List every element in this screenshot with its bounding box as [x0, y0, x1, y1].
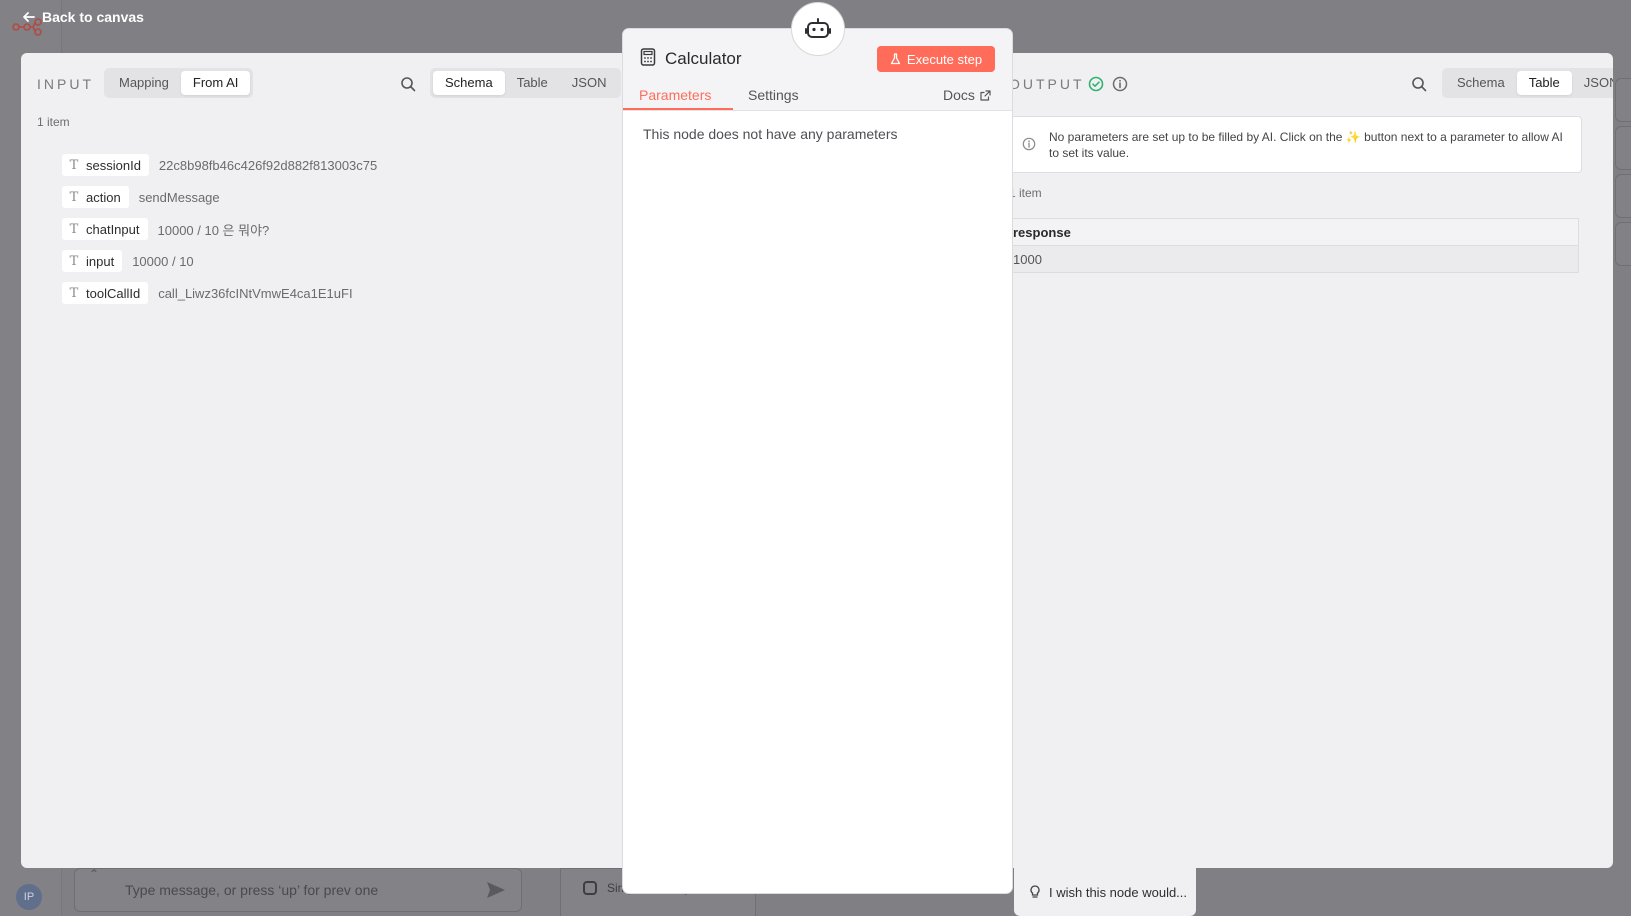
check-circle-icon: [1088, 76, 1104, 92]
view-schema[interactable]: Schema: [1445, 71, 1517, 95]
field-key: action: [86, 189, 121, 205]
back-label: Back to canvas: [42, 9, 144, 25]
docs-link[interactable]: Docs: [943, 87, 991, 103]
output-title: OUTPUT: [1009, 76, 1085, 92]
lightbulb-icon: [1030, 885, 1040, 898]
input-item-count: 1 item: [37, 115, 70, 129]
field-key: input: [86, 253, 115, 269]
external-link-icon: [980, 89, 991, 101]
schema-list: T sessionId 22c8b98fb46c426f92d882f81300…: [62, 149, 377, 309]
output-item-count: 1 item: [1009, 186, 1042, 200]
info-icon[interactable]: [1112, 76, 1128, 92]
field-key: chatInput: [86, 221, 140, 237]
canvas-edge-control: [1615, 78, 1631, 122]
arrow-left-icon: [23, 12, 35, 22]
output-table: response 1000: [1006, 218, 1579, 273]
tab-settings[interactable]: Settings: [748, 87, 799, 103]
table-cell[interactable]: 1000: [1006, 245, 1579, 273]
empty-parameters-message: This node does not have any parameters: [643, 126, 898, 142]
input-mode-switch: Mapping From AI: [104, 68, 254, 98]
execute-step-label: Execute step: [906, 51, 983, 67]
ai-notice: No parameters are set up to be filled by…: [1010, 116, 1582, 173]
mode-mapping[interactable]: Mapping: [107, 71, 181, 95]
input-panel: INPUT Mapping From AI Schema Table JSON …: [21, 53, 623, 868]
back-to-canvas-link[interactable]: Back to canvas: [22, 9, 144, 25]
field-value: sendMessage: [138, 189, 220, 205]
output-panel: OUTPUT Schema Table JSON No parameters a…: [1001, 53, 1613, 868]
text-type-icon: T: [69, 157, 79, 173]
view-table[interactable]: Table: [1516, 71, 1572, 95]
text-type-icon: T: [69, 221, 79, 237]
docs-label: Docs: [943, 87, 975, 103]
canvas-edge-control: [1615, 174, 1631, 218]
execute-step-button[interactable]: Execute step: [877, 46, 995, 72]
mode-from-ai[interactable]: From AI: [180, 71, 251, 95]
output-view-switch: Schema Table JSON: [1442, 68, 1613, 98]
feedback-button[interactable]: I wish this node would...: [1014, 868, 1196, 916]
user-avatar[interactable]: IP: [16, 884, 42, 910]
input-title: INPUT: [37, 76, 94, 92]
canvas-edge-control: [1615, 126, 1631, 170]
parameters-panel: Calculator Execute step Parameters Setti…: [623, 29, 1012, 893]
robot-icon: [805, 18, 831, 38]
schema-row[interactable]: T action sendMessage: [62, 181, 377, 213]
ai-agent-badge[interactable]: [791, 2, 845, 56]
field-pill[interactable]: T action: [62, 186, 129, 208]
field-value: 22c8b98fb46c426f92d882f813003c75: [158, 157, 378, 173]
search-icon[interactable]: [400, 76, 416, 92]
schema-row[interactable]: T chatInput 10000 / 10 은 뭐야?: [62, 213, 377, 245]
chat-input-bar[interactable]: ⌃ Type message, or press ‘up’ for prev o…: [74, 867, 522, 912]
info-icon: [1022, 137, 1036, 151]
schema-row[interactable]: T input 10000 / 10: [62, 245, 377, 277]
field-key: toolCallId: [86, 285, 141, 301]
feedback-label: I wish this node would...: [1049, 884, 1188, 900]
flask-icon: [890, 53, 901, 65]
field-pill[interactable]: T sessionId: [62, 154, 149, 176]
canvas-edge-control: [1615, 222, 1631, 266]
search-icon[interactable]: [1411, 76, 1427, 92]
database-icon: [583, 881, 597, 895]
calculator-icon: [640, 48, 656, 66]
field-pill[interactable]: T input: [62, 250, 123, 272]
field-key: sessionId: [86, 157, 141, 173]
text-type-icon: T: [69, 253, 79, 269]
tab-parameters[interactable]: Parameters: [639, 87, 711, 103]
field-value: call_Liwz36fcINtVmwE4ca1E1uFI: [158, 285, 353, 301]
field-value: 10000 / 10: [132, 253, 194, 269]
view-json[interactable]: JSON: [560, 71, 619, 95]
column-header[interactable]: response: [1006, 218, 1579, 246]
view-json[interactable]: JSON: [1572, 71, 1613, 95]
view-schema[interactable]: Schema: [433, 71, 505, 95]
text-type-icon: T: [69, 285, 79, 301]
chevron-up-icon[interactable]: ⌃: [89, 867, 99, 881]
notice-text: No parameters are set up to be filled by…: [1049, 130, 1563, 160]
field-value: 10000 / 10 은 뭐야?: [157, 222, 270, 238]
active-tab-indicator: [623, 108, 733, 110]
schema-row[interactable]: T sessionId 22c8b98fb46c426f92d882f81300…: [62, 149, 377, 181]
table-row: 1000: [1006, 245, 1579, 273]
field-pill[interactable]: T toolCallId: [62, 282, 149, 304]
send-icon[interactable]: [485, 879, 507, 901]
view-table[interactable]: Table: [505, 71, 560, 95]
field-pill[interactable]: T chatInput: [62, 218, 148, 240]
text-type-icon: T: [69, 189, 79, 205]
schema-row[interactable]: T toolCallId call_Liwz36fcINtVmwE4ca1E1u…: [62, 277, 377, 309]
table-header-row: response: [1006, 218, 1579, 246]
chat-placeholder: Type message, or press ‘up’ for prev one: [125, 882, 379, 898]
input-view-switch: Schema Table JSON: [430, 68, 622, 98]
node-title[interactable]: Calculator: [665, 49, 742, 69]
